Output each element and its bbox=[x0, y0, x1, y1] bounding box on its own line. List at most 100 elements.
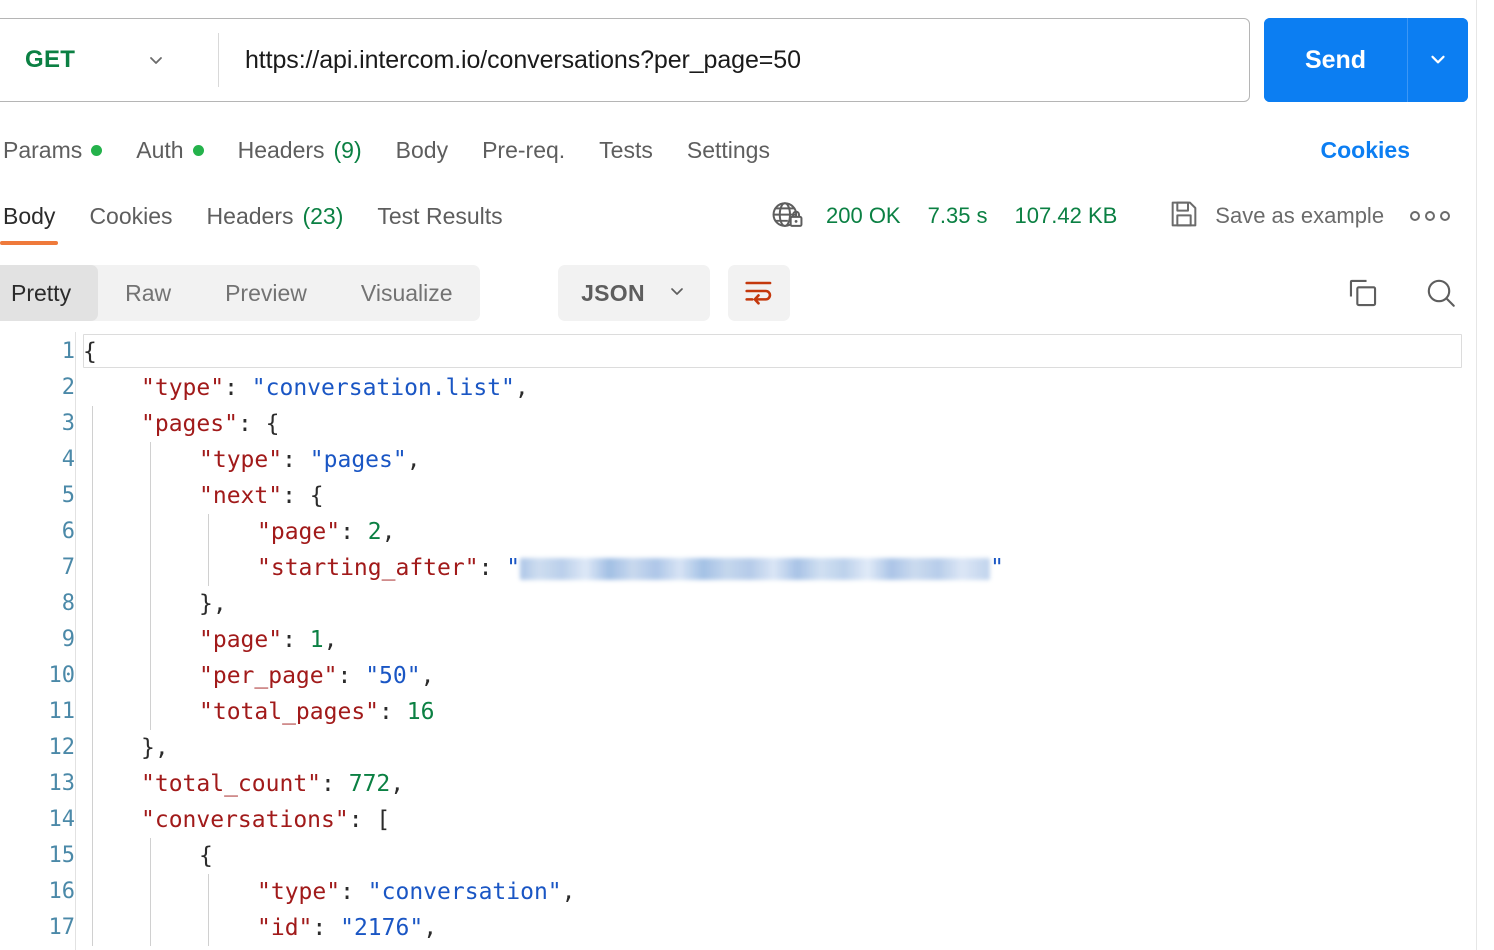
line-number: 9 bbox=[61, 627, 75, 652]
token: : bbox=[340, 519, 368, 545]
response-body-viewer[interactable]: 1 2 3 4 5 6 7 8 9 10 11 12 13 14 15 16 17 {"type": "conv… bbox=[0, 332, 1477, 950]
chevron-down-icon bbox=[146, 50, 166, 70]
http-method-selector[interactable]: GET bbox=[0, 19, 218, 101]
token: { bbox=[199, 843, 213, 869]
token: , bbox=[514, 375, 529, 401]
token: : bbox=[337, 663, 366, 689]
line-number: 15 bbox=[48, 843, 76, 868]
token: "type" bbox=[199, 447, 283, 473]
tab-label: Tests bbox=[599, 136, 653, 163]
globe-lock-icon[interactable] bbox=[770, 199, 804, 233]
token: "id" bbox=[257, 915, 313, 941]
word-wrap-button[interactable] bbox=[728, 265, 790, 321]
token: "50" bbox=[365, 663, 421, 689]
response-tab-test-results[interactable]: Test Results bbox=[360, 190, 519, 242]
cookies-link[interactable]: Cookies bbox=[1321, 128, 1410, 172]
save-as-example-label: Save as example bbox=[1215, 203, 1385, 228]
indent-guide bbox=[208, 514, 209, 586]
token: , bbox=[390, 771, 405, 797]
language-selector[interactable]: JSON bbox=[558, 265, 710, 321]
code-line: "next": { bbox=[83, 478, 1477, 514]
response-tab-body[interactable]: Body bbox=[0, 190, 72, 245]
dot bbox=[1410, 211, 1421, 221]
url-input[interactable] bbox=[219, 19, 1249, 101]
line-number: 13 bbox=[48, 771, 76, 796]
tab-tests[interactable]: Tests bbox=[582, 137, 670, 164]
view-mode-raw[interactable]: Raw bbox=[98, 265, 198, 321]
send-options-button[interactable] bbox=[1408, 18, 1468, 102]
search-icon[interactable] bbox=[1424, 276, 1458, 310]
code-line: }, bbox=[83, 730, 1477, 766]
token: "type" bbox=[257, 879, 341, 905]
tab-auth[interactable]: Auth bbox=[119, 137, 220, 164]
url-box: GET bbox=[0, 18, 1250, 102]
token: "per_page" bbox=[199, 663, 338, 689]
response-tab-headers[interactable]: Headers (23) bbox=[190, 190, 361, 242]
view-mode-preview[interactable]: Preview bbox=[198, 265, 334, 321]
redacted-value bbox=[520, 557, 991, 580]
view-mode-pretty[interactable]: Pretty bbox=[0, 265, 99, 321]
tab-settings[interactable]: Settings bbox=[670, 137, 787, 164]
code-line: "pages": { bbox=[83, 406, 1477, 442]
response-tab-cookies[interactable]: Cookies bbox=[72, 190, 189, 242]
response-actions bbox=[1346, 265, 1458, 321]
token: { bbox=[83, 339, 97, 365]
request-tabs: Params Auth Headers (9) Body Pre-req. Te… bbox=[0, 128, 1446, 172]
token: "conversation.list" bbox=[251, 375, 515, 401]
code-line: "type": "pages", bbox=[83, 442, 1477, 478]
token: , bbox=[423, 915, 438, 941]
indent-guide bbox=[92, 406, 93, 946]
save-as-example-button[interactable]: Save as example bbox=[1168, 198, 1384, 235]
tab-params[interactable]: Params bbox=[0, 137, 119, 164]
gutter-divider bbox=[75, 332, 76, 950]
view-mode-visualize[interactable]: Visualize bbox=[334, 265, 480, 321]
code-line: "page": 1, bbox=[83, 622, 1477, 658]
code-line: "total_count": 772, bbox=[83, 766, 1477, 802]
response-format-toolbar: Pretty Raw Preview Visualize JSON bbox=[0, 265, 1494, 325]
indent-guide bbox=[150, 442, 151, 730]
tab-body[interactable]: Body bbox=[379, 137, 465, 164]
tab-headers[interactable]: Headers (9) bbox=[221, 137, 379, 164]
line-number: 17 bbox=[48, 915, 76, 940]
line-number: 6 bbox=[61, 519, 75, 544]
response-time: 7.35 s bbox=[927, 203, 988, 228]
token: 16 bbox=[406, 699, 435, 725]
line-number-gutter: 1 2 3 4 5 6 7 8 9 10 11 12 13 14 15 16 17 bbox=[0, 332, 75, 950]
tab-label: Body bbox=[395, 136, 449, 163]
copy-icon[interactable] bbox=[1346, 276, 1380, 310]
token: : bbox=[282, 447, 310, 473]
tab-label: Cookies bbox=[89, 202, 173, 229]
tab-pre-request[interactable]: Pre-req. bbox=[465, 137, 582, 164]
request-url-bar: GET bbox=[0, 18, 1250, 102]
token: 2 bbox=[367, 519, 382, 545]
token: : bbox=[478, 555, 507, 581]
token: "pages" bbox=[309, 447, 407, 473]
token: , bbox=[323, 627, 338, 653]
more-options-icon[interactable] bbox=[1410, 211, 1451, 221]
line-number: 11 bbox=[48, 699, 76, 724]
tab-label: Headers bbox=[237, 136, 325, 163]
token: "pages" bbox=[141, 411, 238, 437]
token: " bbox=[990, 555, 1004, 581]
code-line: "per_page": "50", bbox=[83, 658, 1477, 694]
token: }, bbox=[141, 735, 169, 761]
token: , bbox=[381, 519, 396, 545]
line-number: 14 bbox=[48, 807, 76, 832]
response-tabs: Body Cookies Headers (23) Test Results bbox=[0, 190, 520, 245]
token: }, bbox=[199, 591, 227, 617]
token: "conversation" bbox=[367, 879, 562, 905]
token: , bbox=[561, 879, 576, 905]
dot bbox=[1440, 211, 1451, 221]
line-number: 1 bbox=[61, 339, 75, 364]
send-button[interactable]: Send bbox=[1264, 18, 1407, 102]
word-wrap-icon bbox=[743, 277, 775, 310]
token: , bbox=[406, 447, 421, 473]
token: "type" bbox=[141, 375, 225, 401]
token: "total_count" bbox=[141, 771, 322, 797]
modified-dot-icon bbox=[91, 144, 103, 156]
code-line: { bbox=[83, 838, 1477, 874]
token: "conversations" bbox=[141, 807, 349, 833]
code-lines: {"type": "conversation.list", "pages": {"… bbox=[83, 332, 1477, 950]
code-line: { bbox=[83, 334, 1477, 370]
token: 1 bbox=[309, 627, 324, 653]
